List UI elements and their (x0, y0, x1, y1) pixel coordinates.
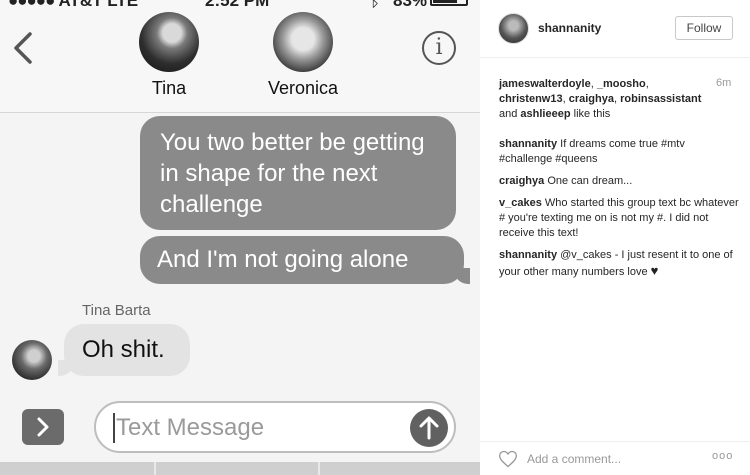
conversation-header: Tina Veronica i (0, 0, 480, 113)
comment: craighya One can dream... (499, 174, 739, 189)
comment-author[interactable]: shannanity (499, 138, 557, 150)
expand-apps-button[interactable] (22, 409, 64, 445)
liker-link[interactable]: _moosho (597, 78, 646, 90)
more-options-icon[interactable]: ooo (712, 450, 733, 462)
contact-name: Tina (151, 78, 187, 98)
avatar (273, 12, 333, 72)
comment: v_cakes Who started this group text bc w… (499, 196, 739, 241)
avatar (12, 340, 52, 380)
follow-button[interactable]: Follow (675, 16, 733, 40)
likes-line: jameswalterdoyle, _moosho, christenw13, … (499, 78, 702, 120)
add-comment-input[interactable]: Add a comment... (527, 452, 621, 466)
comment: shannanity @v_cakes - I just resent it t… (499, 248, 739, 280)
avatar (139, 12, 199, 72)
liker-link[interactable]: ashlieeep (520, 108, 570, 120)
heart-emoji-icon: ♥ (650, 263, 659, 278)
send-button[interactable] (410, 409, 448, 447)
carrier-label: ●●●●● AT&T LTE (8, 0, 138, 11)
chevron-right-icon (37, 417, 49, 437)
sent-message-bubble: And I'm not going alone (140, 236, 470, 284)
liker-link[interactable]: christenw13 (499, 93, 563, 105)
avatar[interactable] (498, 13, 529, 44)
contact-veronica[interactable]: Veronica (253, 12, 353, 99)
message-input-placeholder: Text Message (116, 414, 265, 441)
status-bar: ●●●●● AT&T LTE 2:52 PM ᛒ 83% (0, 0, 480, 11)
post-footer: Add a comment... ooo (480, 441, 750, 475)
contact-name: Veronica (267, 78, 339, 98)
message-input[interactable]: Text Message (94, 401, 456, 453)
back-chevron-icon[interactable] (8, 28, 38, 68)
sent-message-bubble: You two better be getting in shape for t… (140, 116, 456, 230)
comment: shannanity If dreams come true #mtv #cha… (499, 137, 739, 167)
arrow-up-icon (419, 416, 439, 440)
comments-list: shannanity If dreams come true #mtv #cha… (499, 137, 739, 287)
received-message-bubble: Oh shit. (58, 324, 190, 376)
likes-suffix: like this (573, 108, 611, 120)
heart-outline-icon[interactable] (498, 449, 518, 469)
comment-author[interactable]: shannanity (499, 249, 557, 261)
signal-icon: ●●●●● (8, 0, 55, 10)
imessage-screenshot: Tina Veronica i ●●●●● AT&T LTE 2:52 PM ᛒ… (0, 0, 480, 475)
info-icon[interactable]: i (422, 31, 456, 65)
contact-tina[interactable]: Tina (119, 12, 219, 99)
liker-link[interactable]: robinsassistant (620, 93, 701, 105)
keyboard-edge (0, 462, 480, 475)
comment-author[interactable]: craighya (499, 175, 544, 187)
key-divider (154, 462, 156, 475)
liker-link[interactable]: jameswalterdoyle (499, 78, 591, 90)
text-caret (113, 413, 115, 443)
post-timestamp: 6m (716, 77, 732, 89)
instagram-post-sidebar: shannanity Follow jameswalterdoyle, _moo… (480, 0, 750, 475)
post-header: shannanity Follow (480, 0, 750, 58)
post-author[interactable]: shannanity (538, 21, 601, 35)
key-divider (318, 462, 320, 475)
battery-icon (430, 0, 468, 6)
bluetooth-icon: ᛒ (370, 0, 381, 10)
clock: 2:52 PM (205, 0, 270, 10)
comment-text: One can dream... (547, 175, 633, 187)
sender-name: Tina Barta (82, 302, 151, 319)
liker-link[interactable]: craighya (569, 93, 614, 105)
comment-author[interactable]: v_cakes (499, 197, 542, 209)
battery-percent: 83% (393, 0, 428, 10)
